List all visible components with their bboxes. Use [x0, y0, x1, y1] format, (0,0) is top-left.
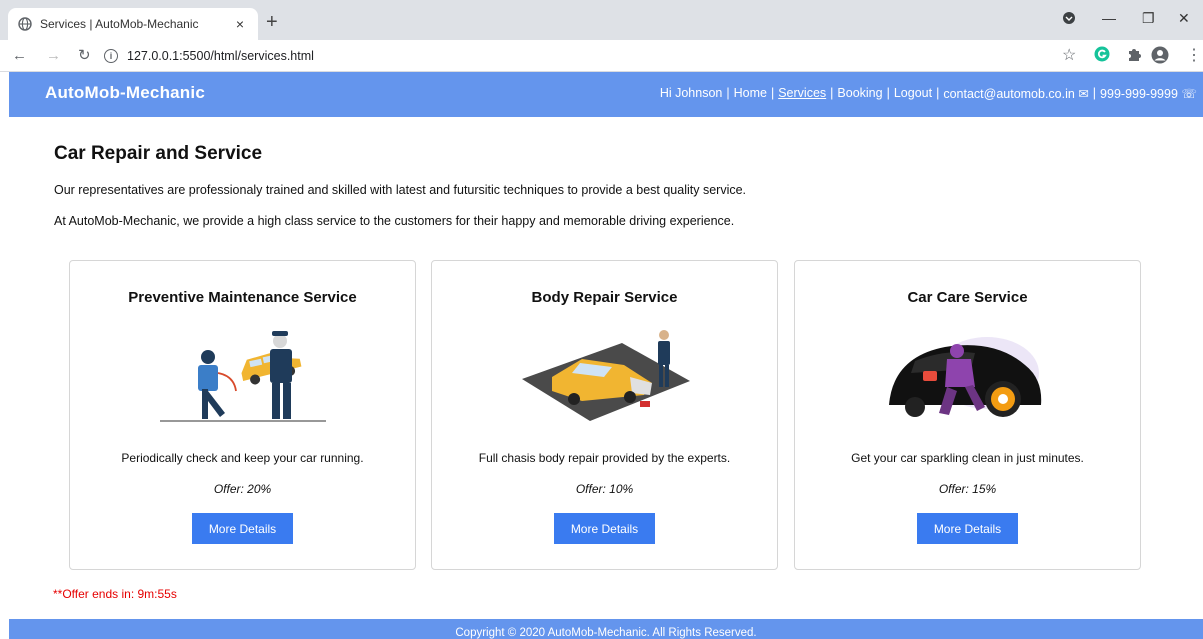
page-title: Car Repair and Service	[54, 143, 263, 164]
bookmark-star-icon[interactable]: ☆	[1062, 46, 1076, 66]
more-details-button[interactable]: More Details	[192, 513, 293, 544]
new-tab-button[interactable]: +	[266, 12, 278, 32]
offer-countdown: **Offer ends in: 9m:55s	[53, 587, 177, 601]
nav-greeting: Hi Johnson	[659, 86, 723, 100]
site-info-icon[interactable]: i	[104, 49, 118, 63]
nav-link-logout[interactable]: Logout	[894, 86, 932, 101]
browser-tabstrip: Services | AutoMob-Mechanic × + — ❐ ✕	[0, 0, 1203, 40]
globe-icon	[18, 17, 32, 31]
card-title: Preventive Maintenance Service	[128, 289, 357, 306]
nav-contact-email[interactable]: contact@automob.co.in ✉	[943, 86, 1088, 101]
forward-arrow-icon[interactable]: →	[46, 47, 61, 65]
main-nav: Hi Johnson | Home | Services | Booking |…	[660, 86, 1197, 101]
minimize-button[interactable]: —	[1102, 10, 1116, 26]
card-offer: Offer: 15%	[938, 482, 997, 496]
browser-tab[interactable]: Services | AutoMob-Mechanic ×	[8, 8, 258, 40]
service-card-preventive: Preventive Maintenance Service Periodica…	[69, 260, 416, 570]
damaged-car-repair-illustration	[512, 321, 698, 431]
card-offer: Offer: 10%	[575, 482, 634, 496]
extensions-puzzle-icon[interactable]	[1126, 46, 1142, 68]
brand-logo-text[interactable]: AutoMob-Mechanic	[45, 83, 205, 103]
card-description: Get your car sparkling clean in just min…	[851, 451, 1084, 465]
intro-paragraph-1: Our representatives are professionaly tr…	[54, 183, 747, 197]
grammarly-icon[interactable]	[1094, 46, 1110, 68]
copyright-text: Copyright © 2020 AutoMob-Mechanic. All R…	[455, 627, 757, 639]
nav-separator: |	[1092, 86, 1097, 100]
card-description: Full chasis body repair provided by the …	[478, 451, 731, 465]
nav-link-home[interactable]: Home	[734, 86, 767, 101]
nav-separator: |	[726, 86, 730, 100]
close-tab-icon[interactable]: ×	[232, 16, 248, 32]
site-header: AutoMob-Mechanic Hi Johnson | Home | Ser…	[9, 72, 1203, 117]
card-title: Car Care Service	[907, 289, 1028, 306]
restore-button[interactable]: ❐	[1142, 10, 1155, 27]
nav-contact-phone: 999-999-9999 ☏	[1100, 87, 1197, 101]
more-details-button[interactable]: More Details	[917, 513, 1018, 544]
car-cleaning-illustration	[875, 321, 1061, 431]
card-offer: Offer: 20%	[213, 482, 272, 496]
intro-paragraph-2: At AutoMob-Mechanic, we provide a high c…	[54, 214, 735, 228]
back-arrow-icon[interactable]: ←	[12, 47, 27, 65]
url-text: 127.0.0.1:5500/html/services.html	[127, 49, 314, 63]
menu-kebab-icon[interactable]: ⋮	[1186, 46, 1202, 66]
card-description: Periodically check and keep your car run…	[121, 451, 364, 465]
card-title: Body Repair Service	[531, 289, 678, 306]
nav-link-services[interactable]: Services	[778, 86, 826, 101]
site-footer: Copyright © 2020 AutoMob-Mechanic. All R…	[9, 619, 1203, 639]
nav-separator: |	[830, 86, 834, 100]
account-avatar-icon[interactable]	[1151, 46, 1169, 70]
reload-icon[interactable]: ↻	[78, 47, 91, 65]
close-window-button[interactable]: ✕	[1178, 10, 1190, 27]
service-card-car-care: Car Care Service Get your car sparkling …	[794, 260, 1141, 570]
browser-toolbar: ← → ↻ i 127.0.0.1:5500/html/services.htm…	[0, 40, 1203, 72]
tab-title: Services | AutoMob-Mechanic	[40, 17, 199, 31]
nav-separator: |	[886, 86, 890, 100]
service-card-body-repair: Body Repair Service Full chasis body rep…	[431, 260, 778, 570]
address-bar[interactable]: i 127.0.0.1:5500/html/services.html	[104, 46, 314, 66]
nav-link-booking[interactable]: Booking	[837, 86, 882, 101]
nav-separator: |	[770, 86, 775, 100]
more-details-button[interactable]: More Details	[554, 513, 655, 544]
nav-separator: |	[936, 86, 940, 100]
profile-dot-icon[interactable]	[1062, 11, 1076, 28]
mechanics-lifting-car-illustration	[150, 321, 336, 431]
